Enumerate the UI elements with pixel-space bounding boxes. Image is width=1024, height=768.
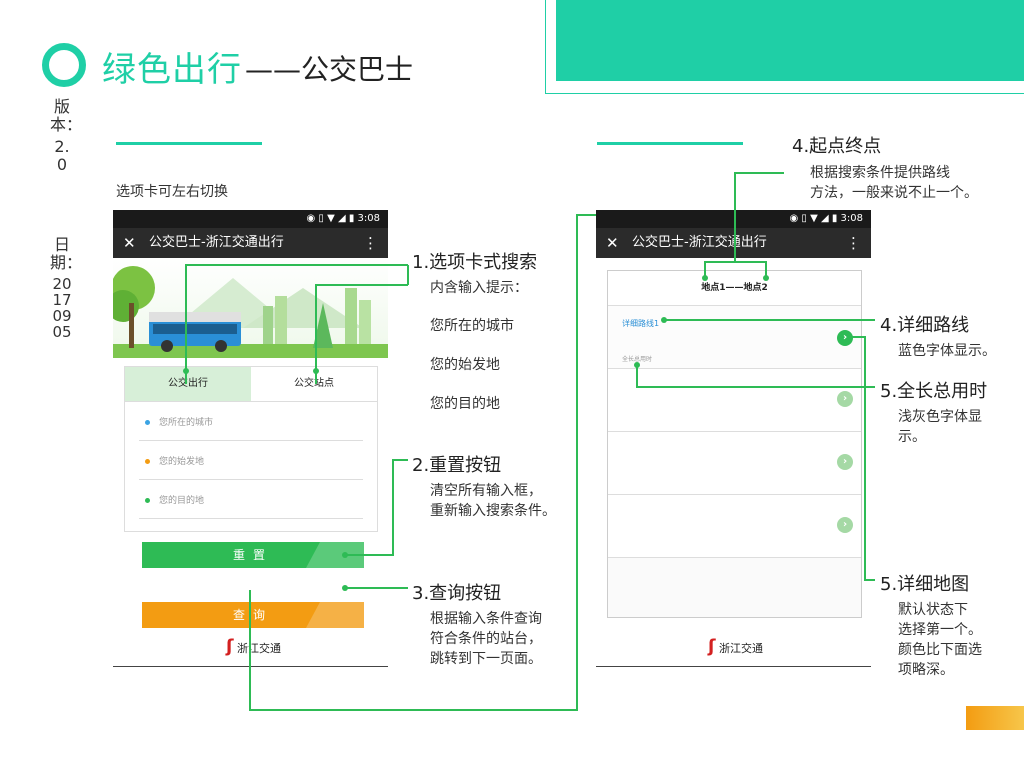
annotation-1-line: 您的始发地 (430, 357, 500, 373)
connector-detail-map (847, 336, 875, 581)
annotation-map-line: 项略深。 (898, 662, 954, 678)
annotation-map-title: 5.详细地图 (880, 574, 970, 595)
annotation-2-line: 清空所有输入框， (430, 483, 542, 499)
annotation-map-line: 选择第一个。 (898, 622, 982, 638)
annotation-1-line: 您的目的地 (430, 396, 500, 412)
annotation-time-line: 示。 (898, 429, 926, 445)
connector-tabs (185, 264, 408, 384)
annotation-3-line: 符合条件的站台， (430, 631, 542, 647)
annotation-map-line: 颜色比下面选 (898, 642, 982, 658)
connector-endpoints-2 (704, 261, 767, 278)
annotation-route-line: 蓝色字体显示。 (898, 343, 996, 359)
annotation-3-title: 3.查询按钮 (412, 583, 502, 604)
annotation-time-title: 5.全长总用时 (880, 381, 988, 402)
connector-tabs-2 (315, 284, 408, 384)
annotation-4-line: 根据搜索条件提供路线 (810, 165, 950, 181)
connector-reset (345, 459, 408, 556)
connector-total-time (636, 365, 875, 388)
annotation-time-line: 浅灰色字体显 (898, 409, 982, 425)
annotation-1-title: 1.选项卡式搜索 (412, 252, 538, 273)
connector-endpoints (734, 172, 784, 262)
corner-accent-tab (966, 706, 1024, 730)
annotation-route-title: 4.详细路线 (880, 315, 970, 336)
annotation-1-line: 您所在的城市 (430, 318, 514, 334)
annotation-2-line: 重新输入搜索条件。 (430, 503, 556, 519)
annotation-3-line: 根据输入条件查询 (430, 611, 542, 627)
annotation-1-line: 内含输入提示： (430, 280, 528, 296)
annotation-2-title: 2.重置按钮 (412, 455, 502, 476)
annotation-4-line: 方法，一般来说不止一个。 (810, 185, 978, 201)
annotation-map-line: 默认状态下 (898, 602, 968, 618)
annotation-3-line: 跳转到下一页面。 (430, 651, 542, 667)
annotation-4-title: 4.起点终点 (792, 136, 882, 157)
